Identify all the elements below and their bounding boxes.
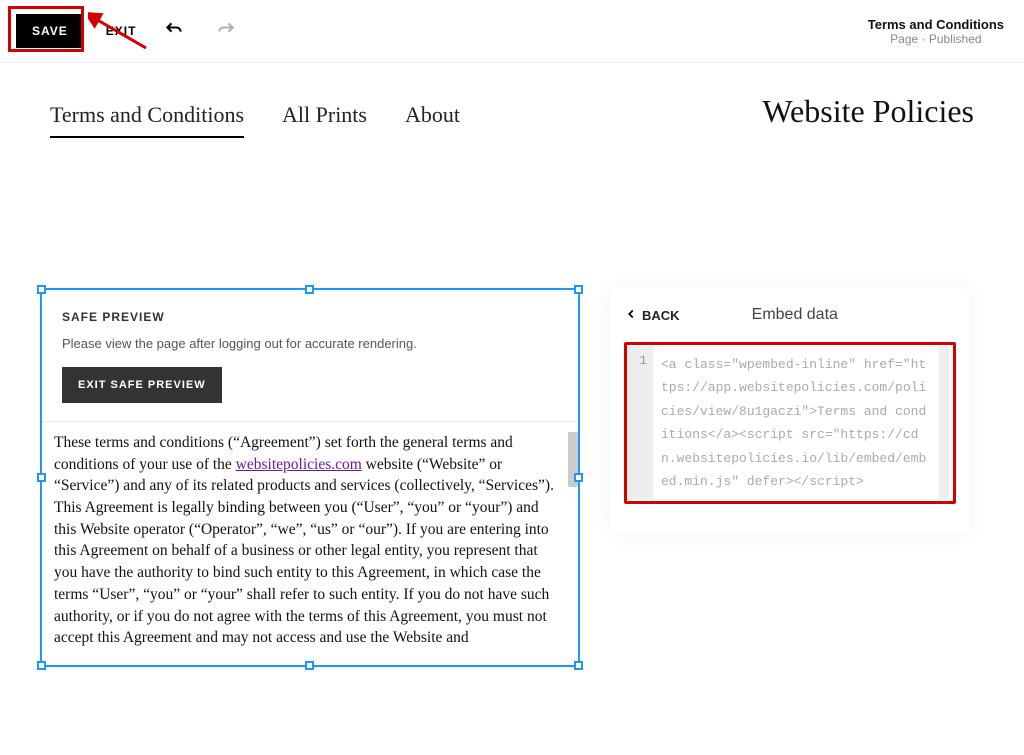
redo-icon xyxy=(216,28,236,43)
nav-tab-about[interactable]: About xyxy=(405,102,460,138)
sidebar-panel: BACK Embed data 1 <a class="wpembed-inli… xyxy=(610,288,970,534)
topbar: SAVE EXIT Terms and Conditions Page · Pu… xyxy=(0,0,1024,63)
document-status: Terms and Conditions Page · Published xyxy=(868,17,1004,46)
undo-button[interactable] xyxy=(160,16,188,47)
nav-row: Terms and Conditions All Prints About We… xyxy=(0,63,1024,148)
document-title: Terms and Conditions xyxy=(868,17,1004,32)
document-publish-status: Page · Published xyxy=(868,32,1004,46)
exit-button[interactable]: EXIT xyxy=(106,24,137,38)
nav-tabs: Terms and Conditions All Prints About xyxy=(50,102,762,138)
safe-preview-title: SAFE PREVIEW xyxy=(62,310,558,324)
code-gutter: 1 xyxy=(627,347,653,499)
sidebar-title: Embed data xyxy=(640,306,950,324)
redo-button[interactable] xyxy=(212,16,240,47)
exit-safe-preview-button[interactable]: EXIT SAFE PREVIEW xyxy=(62,367,222,403)
preview-panel[interactable]: SAFE PREVIEW Please view the page after … xyxy=(40,288,580,667)
sidebar-header: BACK Embed data xyxy=(624,306,956,324)
nav-tab-terms[interactable]: Terms and Conditions xyxy=(50,102,244,138)
site-title: Website Policies xyxy=(762,93,974,130)
document-body[interactable]: These terms and conditions (“Agreement”)… xyxy=(40,422,580,667)
safe-preview-text: Please view the page after logging out f… xyxy=(62,336,558,351)
terms-link[interactable]: websitepolicies.com xyxy=(236,456,362,473)
terms-text-post: website (“Website” or “Service”) and any… xyxy=(54,456,554,647)
undo-icon xyxy=(164,28,184,43)
save-button[interactable]: SAVE xyxy=(16,14,84,48)
safe-preview-banner: SAFE PREVIEW Please view the page after … xyxy=(40,288,580,422)
code-scrollbar[interactable] xyxy=(939,347,949,499)
scrollbar[interactable] xyxy=(568,432,578,487)
embed-code-text[interactable]: <a class="wpembed-inline" href="https://… xyxy=(653,347,939,499)
nav-tab-prints[interactable]: All Prints xyxy=(282,102,367,138)
embed-code-block[interactable]: 1 <a class="wpembed-inline" href="https:… xyxy=(624,342,956,504)
